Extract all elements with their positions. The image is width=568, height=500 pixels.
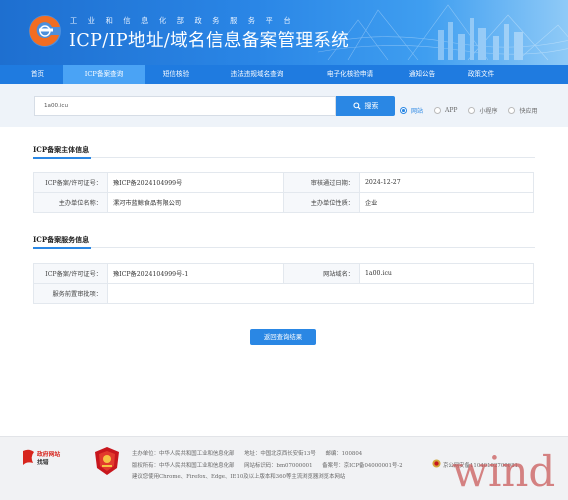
radio-dot [508, 107, 516, 114]
page-title: ICP/IP地址/域名信息备案管理系统 [69, 31, 350, 51]
search-button[interactable]: 搜索 [336, 96, 395, 116]
footer-address: 地址：中国北京西长安街13号 [244, 451, 316, 457]
gov-site-error-report-badge[interactable]: 政府网站 找错 [20, 447, 68, 469]
license-number-value: 豫ICP备2024104999号 [107, 172, 284, 193]
party-emblem-icon[interactable] [93, 446, 121, 476]
watermark-text: wind [452, 447, 555, 492]
footer-postcode: 邮编：100804 [325, 451, 363, 457]
approval-date-label: 审核通过日期： [283, 172, 360, 193]
section-accent-bar [33, 156, 91, 159]
portal-subtitle: 工业和信息化部政务服务平台 [70, 16, 302, 25]
service-license-label: ICP备案/许可证号： [33, 263, 108, 284]
search-input[interactable]: 1a00.icu [34, 96, 336, 116]
footer-line-2: 版权所有：中华人民共和国工业和信息化部 网站标识码：bm07000001 备案号… [132, 461, 403, 469]
header-skyline-decoration [318, 4, 568, 61]
license-number-label: ICP备案/许可证号： [33, 172, 108, 193]
footer-site-code: 网站标识码：bm07000001 [244, 463, 313, 469]
organizer-name-label: 主办单位名称： [33, 192, 108, 213]
pre-approval-value [107, 283, 534, 304]
section-accent-bar [33, 246, 91, 249]
gov-badge-icon [23, 449, 34, 465]
gov-badge-text-bottom: 找错 [37, 458, 49, 466]
search-button-label: 搜索 [364, 102, 379, 110]
radio-dot [400, 107, 407, 114]
footer-icp-number[interactable]: 备案号：京ICP备04000001号-2 [322, 463, 402, 469]
service-license-value: 豫ICP备2024104999号-1 [107, 263, 284, 284]
header-banner: 工业和信息化部政务服务平台 ICP/IP地址/域名信息备案管理系统 [0, 0, 568, 65]
radio-mini-program[interactable]: 小程序 [468, 106, 497, 115]
radio-mini-program-label: 小程序 [479, 108, 498, 115]
police-badge-icon [432, 459, 441, 468]
radio-app[interactable]: APP [434, 107, 457, 114]
radio-app-label: APP [445, 107, 458, 114]
footer-copyright: 版权所有：中华人民共和国工业和信息化部 [132, 463, 235, 469]
radio-quick-app[interactable]: 快应用 [508, 106, 537, 115]
domain-value: 1a00.icu [359, 263, 534, 284]
return-to-results-button[interactable]: 返回查询结果 [250, 329, 316, 345]
organizer-type-value: 企业 [359, 192, 534, 213]
radio-dot [468, 107, 476, 114]
table-row: ICP备案/许可证号： 豫ICP备2024104999号-1 网站域名： 1a0… [33, 263, 534, 284]
main-nav: 首页 ICP备案查询 短信核验 违法违规域名查询 电子化核验申请 通知公告 政策… [0, 65, 568, 84]
wind-watermark: wind [452, 447, 555, 492]
pre-approval-label: 服务前置审批项： [33, 283, 108, 304]
nav-illegal-domain-query[interactable]: 违法违规域名查询 [207, 65, 307, 84]
radio-website[interactable]: 网站 [400, 106, 423, 115]
subject-section-divider [33, 156, 535, 159]
service-info-table: ICP备案/许可证号： 豫ICP备2024104999号-1 网站域名： 1a0… [33, 263, 534, 304]
organizer-name-value: 漯河市蓝鲸食品有限公司 [107, 192, 284, 213]
footer-sponsor: 主办单位：中华人民共和国工业和信息化部 [132, 451, 235, 457]
subject-info-table: ICP备案/许可证号： 豫ICP备2024104999号 审核通过日期： 202… [33, 172, 534, 213]
domain-label: 网站域名： [283, 263, 360, 284]
page: 工业和信息化部政务服务平台 ICP/IP地址/域名信息备案管理系统 首页 ICP… [0, 0, 568, 500]
radio-website-label: 网站 [411, 108, 424, 115]
footer-line-1: 主办单位：中华人民共和国工业和信息化部 地址：中国北京西长安街13号 邮编：10… [132, 449, 362, 457]
nav-electronic-verify[interactable]: 电子化核验申请 [307, 65, 393, 84]
table-row: 主办单位名称： 漯河市蓝鲸食品有限公司 主办单位性质： 企业 [33, 192, 534, 213]
subject-section-title: ICP备案主体信息 [33, 145, 90, 154]
nav-home[interactable]: 首页 [12, 65, 63, 84]
nav-icp-query[interactable]: ICP备案查询 [63, 65, 145, 84]
gov-badge-text-top: 政府网站 [37, 450, 60, 458]
service-section-divider [33, 246, 535, 249]
nav-sms-verify[interactable]: 短信核验 [145, 65, 207, 84]
search-type-radio-group: 网站 APP 小程序 快应用 [400, 106, 548, 115]
radio-dot [434, 107, 442, 114]
site-logo-icon [29, 15, 61, 47]
table-row: ICP备案/许可证号： 豫ICP备2024104999号 审核通过日期： 202… [33, 172, 534, 193]
nav-notices[interactable]: 通知公告 [393, 65, 451, 84]
nav-policies[interactable]: 政策文件 [451, 65, 511, 84]
organizer-type-label: 主办单位性质： [283, 192, 360, 213]
footer-browser-tip: 建议您使用Chrome、Firefox、Edge、IE10及以上版本和360等主… [132, 474, 346, 480]
radio-quick-app-label: 快应用 [519, 108, 538, 115]
search-icon [352, 102, 361, 110]
approval-date-value: 2024-12-27 [359, 172, 534, 193]
service-section-title: ICP备案服务信息 [33, 235, 90, 244]
table-row: 服务前置审批项： [33, 283, 534, 304]
